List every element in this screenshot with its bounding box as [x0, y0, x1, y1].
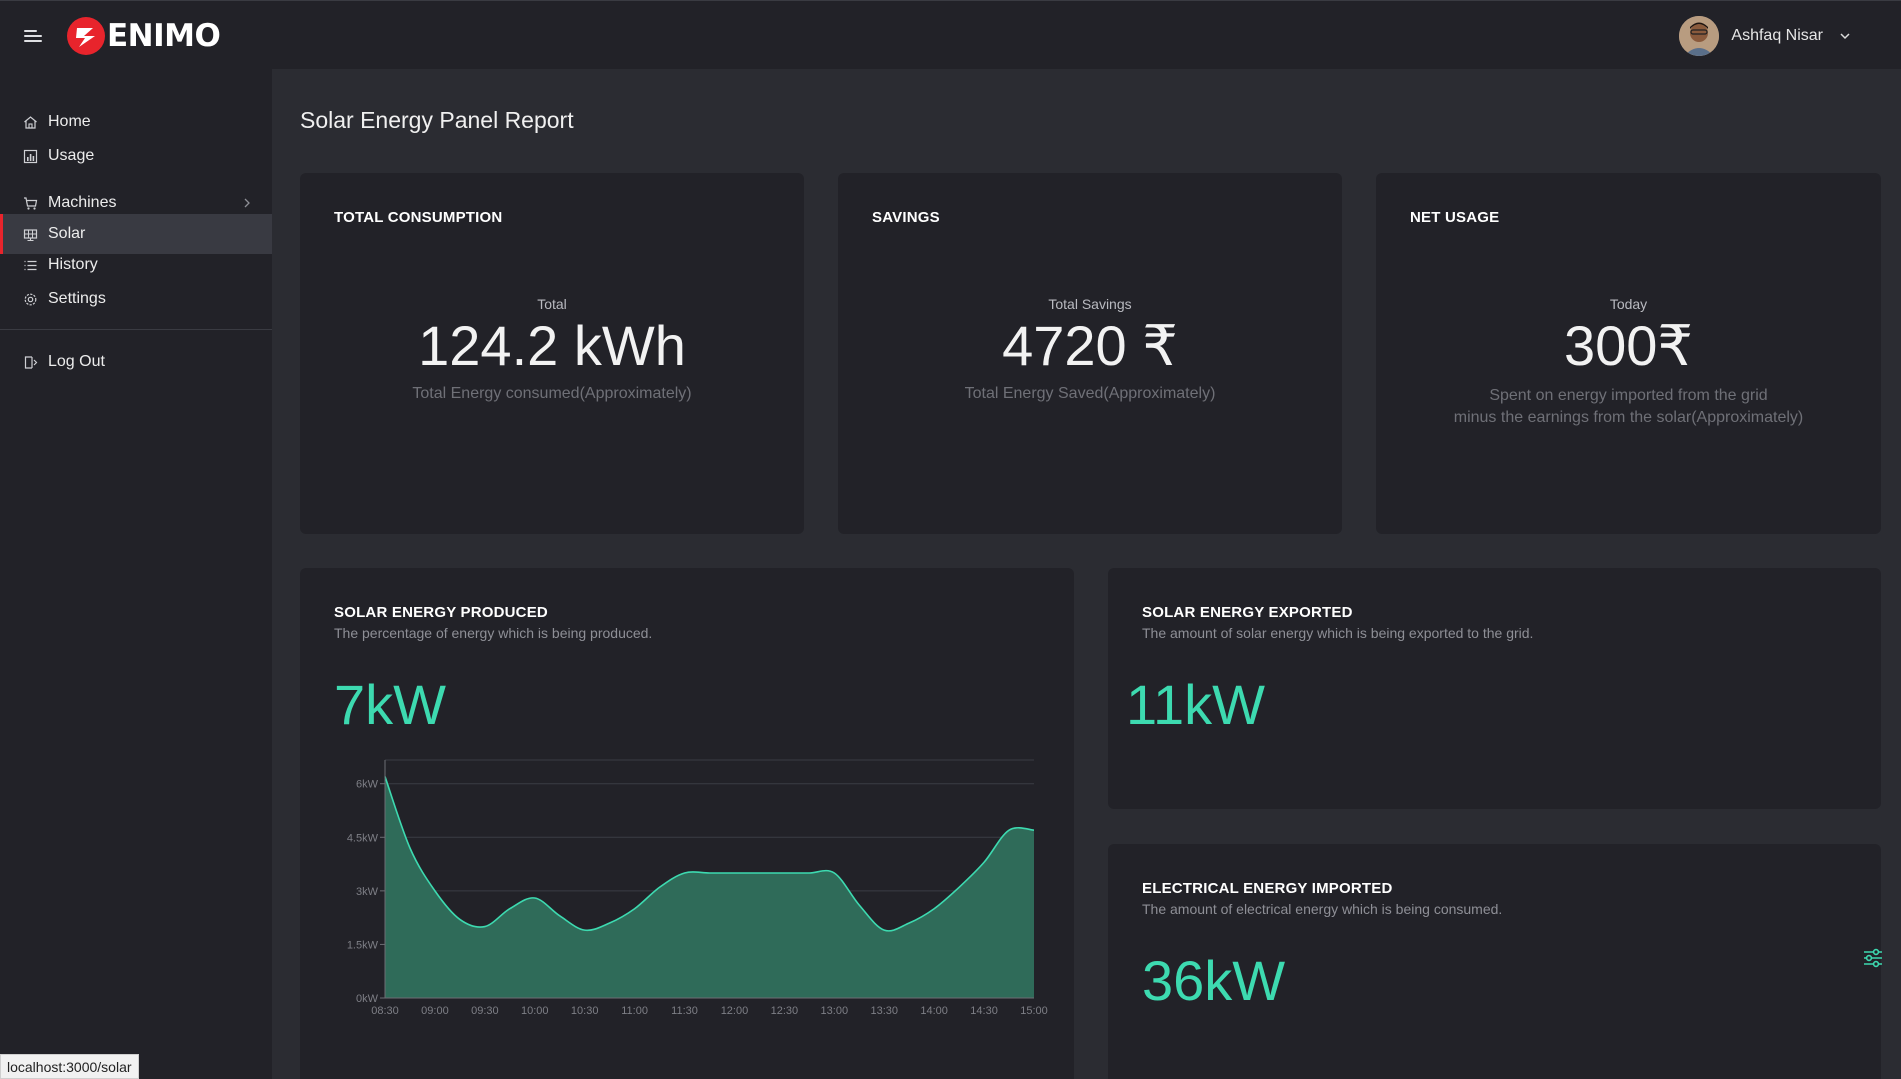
- top-bar: ENIMO Ashfaq Nisar: [0, 0, 1901, 69]
- stat-caption: Total: [537, 296, 567, 312]
- area-fill: [385, 776, 1034, 998]
- user-name: Ashfaq Nisar: [1731, 27, 1823, 44]
- card-title: TOTAL CONSUMPTION: [334, 209, 503, 226]
- y-tick-label: 6kW: [356, 779, 379, 791]
- sidebar-item-label: Machines: [48, 194, 117, 211]
- logout-icon: [23, 355, 38, 370]
- x-tick-label: 09:30: [471, 1005, 499, 1017]
- stat-value: 124.2 kWh: [418, 314, 686, 377]
- card-title: SAVINGS: [872, 209, 940, 226]
- total-consumption-card: TOTAL CONSUMPTION Total 124.2 kWh Total …: [300, 173, 804, 534]
- card-subtitle: The amount of electrical energy which is…: [1142, 901, 1503, 917]
- x-tick-label: 11:30: [671, 1005, 698, 1017]
- x-tick-label: 13:30: [870, 1005, 898, 1017]
- x-tick-label: 12:00: [721, 1005, 749, 1017]
- chevron-right-icon: [244, 198, 250, 208]
- y-tick-label: 0kW: [356, 993, 379, 1005]
- savings-card: SAVINGS Total Savings 4720 ₹ Total Energ…: [838, 173, 1342, 534]
- x-tick-label: 14:30: [970, 1005, 998, 1017]
- list-icon: [23, 258, 38, 273]
- sidebar-item-label: Usage: [48, 147, 95, 164]
- sidebar-item-label: History: [48, 256, 98, 273]
- avatar: [1679, 16, 1720, 56]
- home-icon: [23, 115, 38, 130]
- x-tick-label: 10:00: [521, 1005, 549, 1017]
- menu-toggle-icon[interactable]: [24, 28, 44, 44]
- sliders-icon[interactable]: [1859, 944, 1887, 972]
- solar-production-chart: 0kW 1.5kW 3kW 4.5kW 6kW 08:30 09:00 09:30 10:00 1…: [347, 759, 1048, 1017]
- status-bar-url: localhost:3000/solar: [0, 1054, 139, 1079]
- sidebar-divider: [0, 329, 272, 330]
- stat-caption: Today: [1609, 296, 1648, 312]
- bar-chart-icon: [23, 149, 38, 164]
- gear-icon: [23, 292, 38, 307]
- x-tick-label: 14:00: [920, 1005, 948, 1017]
- sidebar-item-label: Home: [48, 113, 91, 130]
- stat-note: Total Energy consumed(Approximately): [412, 385, 692, 402]
- sidebar-item-logout[interactable]: Log Out: [0, 342, 272, 382]
- cart-icon: [23, 196, 38, 211]
- stat-caption: Total Savings: [1048, 296, 1132, 312]
- x-tick-label: 09:00: [421, 1005, 449, 1017]
- net-usage-card: NET USAGE Today 300₹ Spent on energy imp…: [1376, 173, 1881, 534]
- stat-value: 4720 ₹: [1002, 314, 1178, 377]
- sidebar-item-label: Log Out: [48, 353, 105, 370]
- card-subtitle: The amount of solar energy which is bein…: [1142, 625, 1534, 641]
- sidebar-item-settings[interactable]: Settings: [0, 279, 272, 319]
- solar-exported-card: SOLAR ENERGY EXPORTED The amount of sola…: [1108, 568, 1881, 809]
- energy-imported-card: ELECTRICAL ENERGY IMPORTED The amount of…: [1108, 844, 1881, 1079]
- sidebar: Home Usage Machines Solar History Settin…: [0, 69, 272, 1079]
- app-logo[interactable]: ENIMO: [67, 17, 221, 55]
- x-tick-label: 15:00: [1020, 1005, 1048, 1017]
- chevron-down-icon: [1840, 33, 1850, 40]
- logo-mark-icon: [67, 17, 105, 55]
- card-title: ELECTRICAL ENERGY IMPORTED: [1142, 880, 1393, 897]
- page-title: Solar Energy Panel Report: [300, 107, 574, 133]
- x-tick-label: 10:30: [571, 1005, 599, 1017]
- x-tick-label: 08:30: [371, 1005, 399, 1017]
- y-tick-label: 3kW: [356, 886, 379, 898]
- x-tick-label: 12:30: [771, 1005, 799, 1017]
- stat-note: Total Energy Saved(Approximately): [964, 385, 1216, 402]
- solar-panel-icon: [23, 227, 38, 242]
- card-title: NET USAGE: [1410, 209, 1500, 226]
- stat-note-line-2: minus the earnings from the solar(Approx…: [1453, 409, 1804, 426]
- stat-note-line-1: Spent on energy imported from the grid: [1489, 387, 1768, 404]
- sidebar-item-label: Settings: [48, 290, 106, 307]
- card-title: SOLAR ENERGY EXPORTED: [1142, 604, 1353, 621]
- user-menu[interactable]: Ashfaq Nisar: [1679, 16, 1851, 56]
- x-tick-label: 11:00: [621, 1005, 648, 1017]
- sidebar-item-label: Solar: [48, 225, 86, 242]
- y-tick-label: 1.5kW: [347, 939, 379, 951]
- sidebar-item-usage[interactable]: Usage: [0, 136, 272, 176]
- y-tick-label: 4.5kW: [347, 832, 379, 844]
- x-tick-label: 13:00: [821, 1005, 849, 1017]
- brand-name: ENIMO: [107, 18, 221, 54]
- exported-value: 11kW: [1126, 673, 1265, 736]
- imported-value: 36kW: [1142, 949, 1286, 1012]
- stat-value: 300₹: [1563, 314, 1694, 377]
- solar-produced-card: SOLAR ENERGY PRODUCED The percentage of …: [300, 568, 1074, 1079]
